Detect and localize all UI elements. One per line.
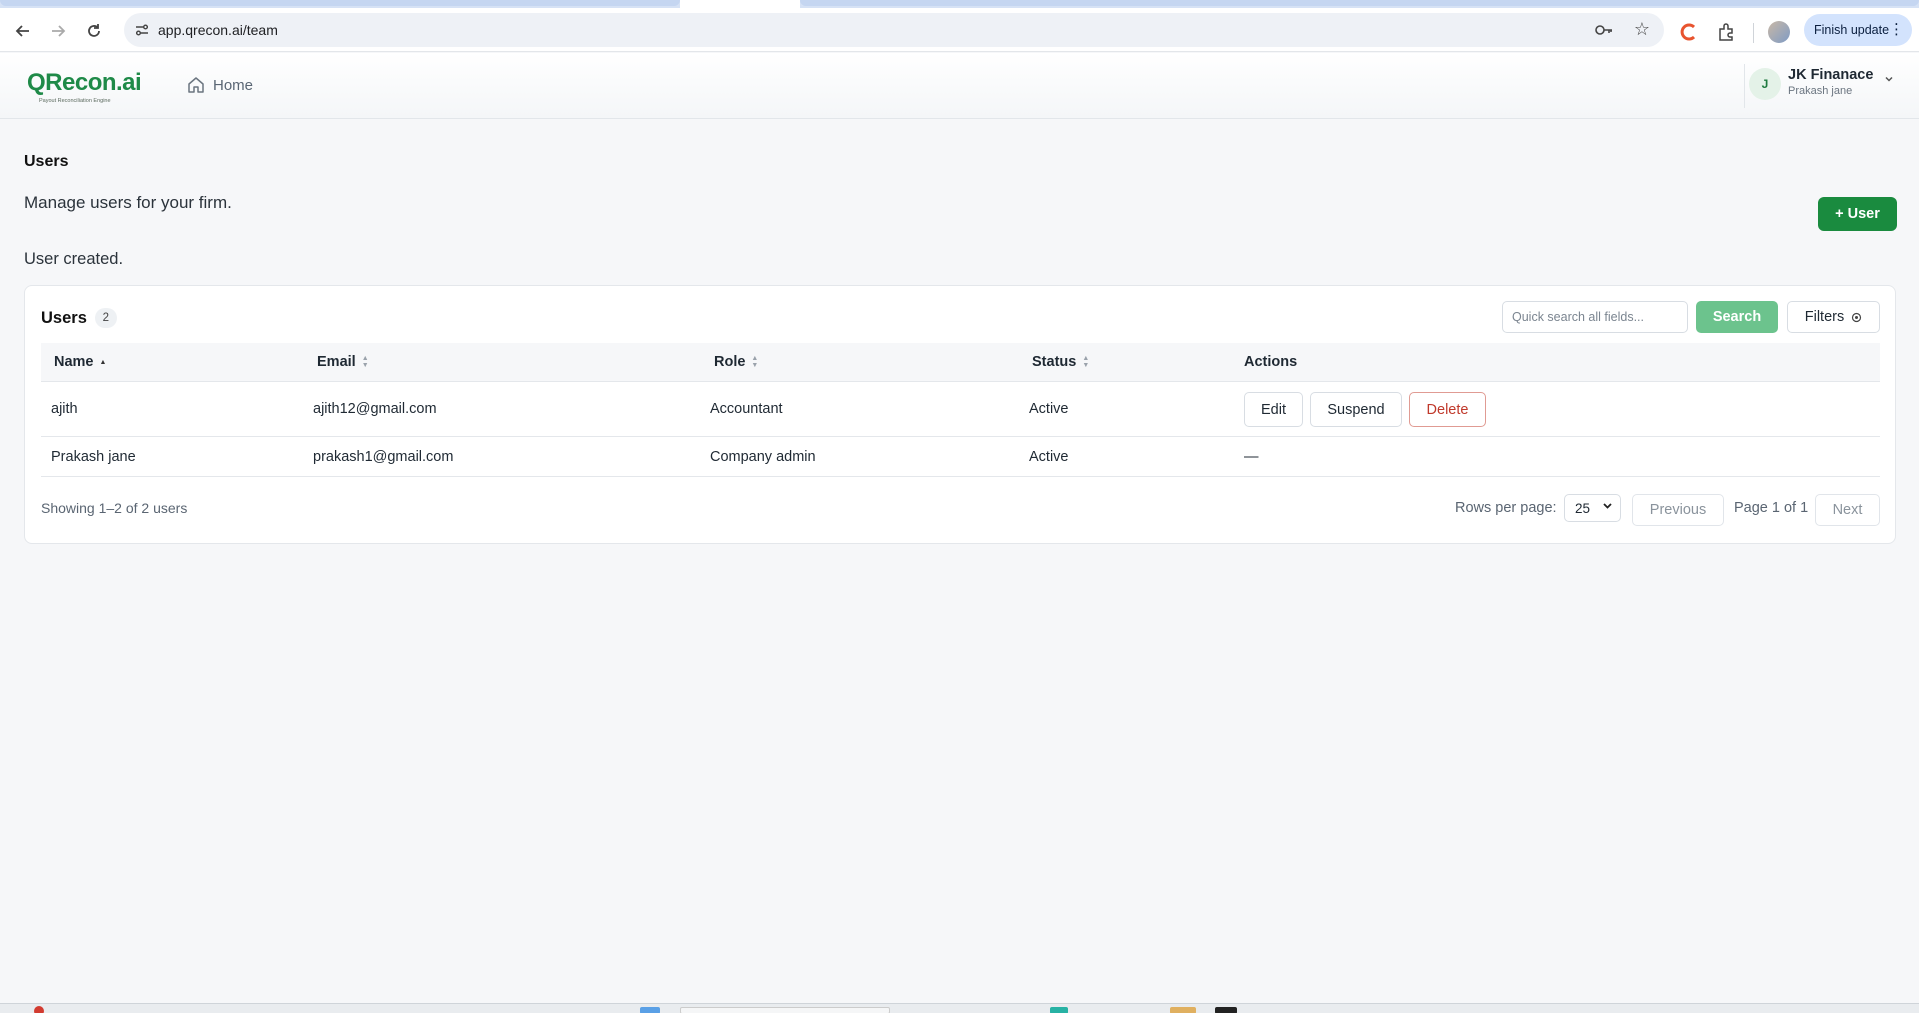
card-title: Users 2 — [41, 308, 117, 328]
taskbar-app-icon[interactable] — [640, 1007, 660, 1013]
page-description: Manage users for your firm. — [24, 193, 232, 212]
logo-text: QRecon.ai — [27, 69, 142, 96]
home-icon — [188, 77, 204, 93]
page-title: Users — [24, 153, 69, 170]
forward-icon[interactable] — [45, 18, 71, 44]
table-row: Prakash jane prakash1@gmail.com Company … — [41, 437, 1880, 477]
logo-tagline: Payout Reconciliation Engine — [39, 98, 111, 104]
column-header-name[interactable]: Name ▲ — [54, 354, 106, 370]
sort-asc-icon: ▲ — [99, 358, 107, 366]
table-row: ajith ajith12@gmail.com Accountant Activ… — [41, 383, 1880, 437]
cell-status: Active — [1029, 449, 1069, 465]
extensions-puzzle-icon[interactable] — [1716, 21, 1738, 43]
toolbar-divider — [1753, 23, 1754, 43]
cell-role: Accountant — [710, 401, 783, 417]
os-taskbar — [0, 1003, 1919, 1013]
sort-icon: ▲ ▼ — [361, 355, 369, 369]
filters-label: Filters — [1804, 309, 1845, 325]
edit-button[interactable]: Edit — [1244, 392, 1303, 427]
flash-message: User created. — [24, 250, 124, 268]
reload-icon[interactable] — [81, 18, 107, 44]
finish-update-label: Finish update — [1814, 23, 1890, 37]
home-label: Home — [213, 76, 254, 94]
browser-tab-strip — [0, 0, 1919, 8]
cell-email: prakash1@gmail.com — [313, 449, 454, 465]
taskbar-search-icon[interactable] — [680, 1007, 890, 1013]
column-label: Status — [1032, 354, 1077, 370]
chevron-down-icon — [1602, 500, 1613, 514]
pagination-summary: Showing 1–2 of 2 users — [41, 500, 188, 516]
count-badge: 2 — [94, 308, 117, 328]
account-menu[interactable]: J JK Finanace Prakash jane — [1744, 64, 1914, 108]
rows-per-page-value: 25 — [1575, 500, 1591, 516]
avatar: J — [1749, 68, 1781, 100]
url-text[interactable]: app.qrecon.ai/team — [158, 22, 278, 38]
sort-icon: ▲ ▼ — [751, 355, 759, 369]
chevron-down-icon — [1883, 73, 1895, 88]
bookmark-star-icon[interactable]: ☆ — [1634, 19, 1650, 40]
users-card-title: Users — [41, 308, 87, 327]
taskbar-app-icon[interactable] — [1170, 1007, 1196, 1013]
add-user-button[interactable]: + User — [1818, 197, 1897, 231]
sort-icon: ▲ ▼ — [1082, 355, 1090, 369]
rows-per-page-label: Rows per page: — [1455, 500, 1557, 516]
password-key-icon[interactable] — [1594, 21, 1614, 39]
cell-name: Prakash jane — [51, 449, 136, 465]
app-header: QRecon.ai Payout Reconciliation Engine H… — [0, 53, 1919, 119]
page-indicator: Page 1 of 1 — [1734, 500, 1809, 516]
cell-email: ajith12@gmail.com — [313, 401, 437, 417]
filter-circle-icon — [1852, 312, 1862, 322]
search-button[interactable]: Search — [1696, 301, 1778, 333]
back-icon[interactable] — [10, 18, 36, 44]
cell-name: ajith — [51, 401, 78, 417]
search-input[interactable] — [1502, 301, 1688, 333]
site-settings-icon[interactable] — [133, 21, 151, 39]
more-vert-icon: ⋮ — [1889, 21, 1904, 38]
browser-tab[interactable] — [800, 0, 1919, 6]
column-label: Name — [54, 354, 94, 370]
notification-badge-icon — [34, 1006, 44, 1013]
column-header-role[interactable]: Role ▲ ▼ — [714, 354, 758, 370]
filters-button[interactable]: Filters — [1787, 301, 1880, 333]
column-header-actions: Actions — [1244, 354, 1297, 370]
suspend-button[interactable]: Suspend — [1310, 392, 1402, 427]
users-card: Users 2 Search Filters Name ▲ Email ▲▼ R… — [24, 285, 1896, 544]
rows-per-page-select[interactable]: 25 — [1564, 494, 1621, 522]
taskbar-app-icon[interactable] — [1215, 1007, 1237, 1013]
cell-status: Active — [1029, 401, 1069, 417]
next-page-button[interactable]: Next — [1815, 494, 1880, 526]
cell-role: Company admin — [710, 449, 816, 465]
column-label: Actions — [1244, 354, 1298, 370]
browser-toolbar: app.qrecon.ai/team ☆ Finish update ⋮ — [0, 8, 1919, 52]
account-company: JK Finanace — [1788, 67, 1874, 83]
previous-page-button[interactable]: Previous — [1632, 494, 1724, 526]
nav-home-link[interactable]: Home — [187, 76, 253, 94]
finish-update-button[interactable]: Finish update ⋮ — [1804, 14, 1912, 46]
logo[interactable]: QRecon.ai Payout Reconciliation Engine — [27, 69, 142, 104]
profile-avatar-icon[interactable] — [1768, 21, 1790, 43]
cell-actions-empty: — — [1244, 449, 1259, 465]
column-header-email[interactable]: Email ▲ ▼ — [317, 354, 369, 370]
column-header-status[interactable]: Status ▲ ▼ — [1032, 354, 1089, 370]
column-label: Role — [714, 354, 746, 370]
address-bar[interactable]: app.qrecon.ai/team ☆ — [124, 13, 1664, 47]
table-header: Name ▲ Email ▲ ▼ Role ▲ ▼ Status ▲ ▼ Action… — [41, 343, 1880, 382]
browser-tab-active[interactable] — [680, 0, 800, 8]
taskbar-app-icon[interactable] — [1050, 1007, 1068, 1013]
delete-button[interactable]: Delete — [1409, 392, 1486, 427]
browser-tab[interactable] — [0, 0, 680, 6]
extension-c-icon[interactable] — [1678, 21, 1700, 43]
account-user: Prakash jane — [1788, 85, 1853, 97]
column-label: Email — [317, 354, 356, 370]
